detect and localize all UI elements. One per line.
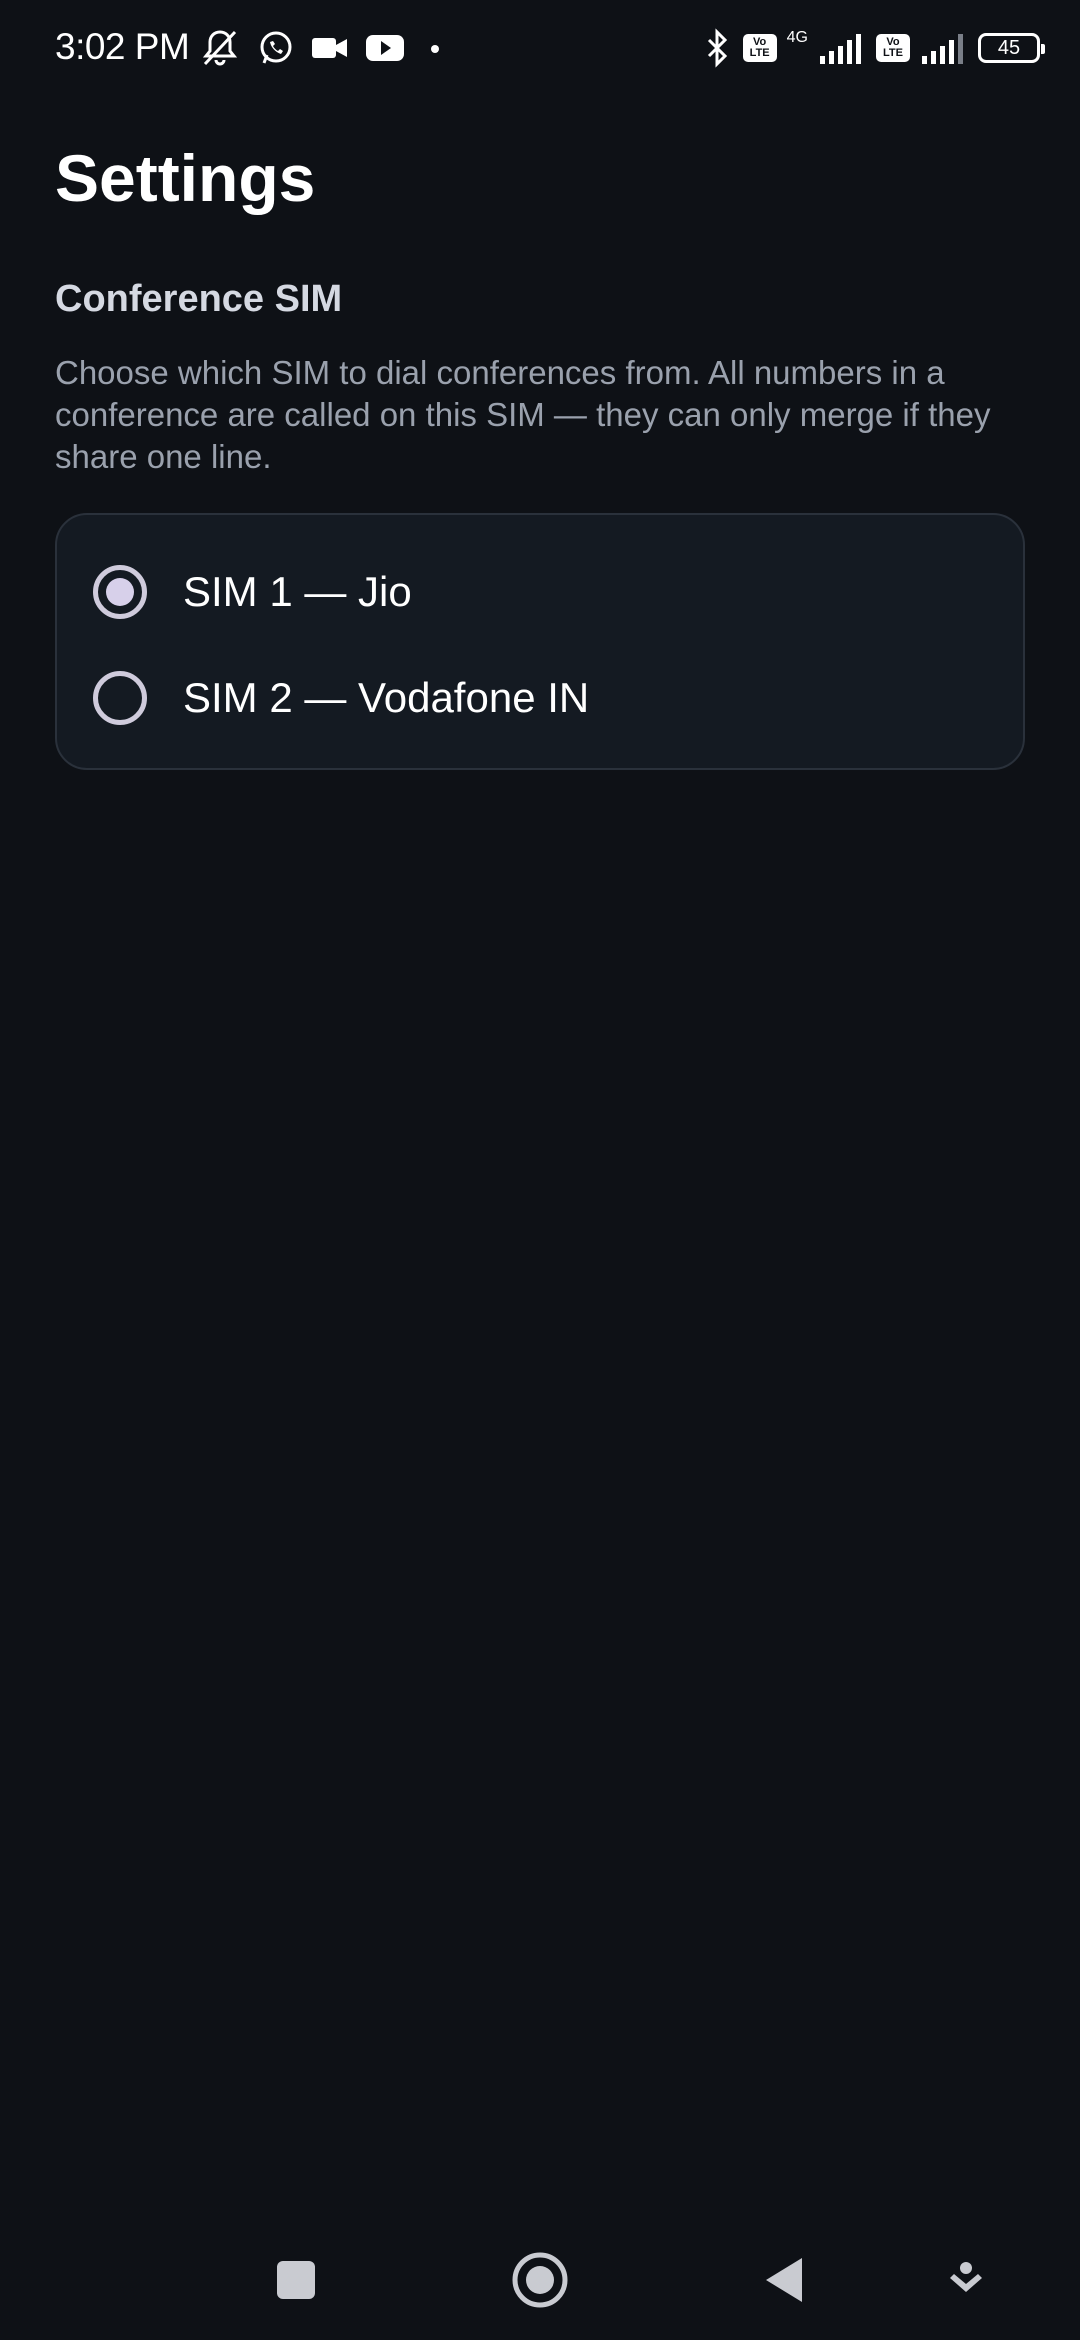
- system-icons: Vo LTE 4G Vo LTE 45: [703, 24, 1045, 72]
- radio-dot: [106, 578, 134, 606]
- settings-screen: 3:02 PM Vo LTE 4G Vo LTE 45 Settings Con…: [0, 0, 1080, 2340]
- battery-icon: 45: [978, 33, 1045, 63]
- notification-icons: [198, 24, 450, 72]
- sim-option-1[interactable]: SIM 1 — Jio: [57, 542, 1023, 642]
- dot-icon: [420, 28, 450, 68]
- back-triangle-icon[interactable]: [744, 2240, 824, 2320]
- radio-unselected-icon[interactable]: [93, 671, 147, 725]
- navigation-bar: [0, 2220, 1080, 2340]
- signal-icon: [920, 30, 968, 66]
- section-title: Conference SIM: [55, 278, 343, 320]
- sim-option-label: SIM 1 — Jio: [183, 568, 412, 615]
- status-time: 3:02 PM: [55, 26, 190, 67]
- bluetooth-icon: [703, 28, 733, 68]
- recents-square-icon[interactable]: [256, 2240, 336, 2320]
- assist-down-icon[interactable]: [926, 2240, 1006, 2320]
- volte-icon: Vo LTE: [876, 34, 910, 62]
- status-bar: 3:02 PM Vo LTE 4G Vo LTE 45: [0, 0, 1080, 96]
- volte-icon: Vo LTE: [742, 34, 777, 62]
- network-type-label: 4G: [786, 29, 808, 46]
- sim-option-2[interactable]: SIM 2 — Vodafone IN: [57, 648, 1023, 748]
- battery-level: 45: [997, 36, 1021, 59]
- video-camera-icon: [310, 28, 350, 68]
- section-description: Choose which SIM to dial conferences fro…: [55, 354, 991, 475]
- page-title: Settings: [55, 141, 316, 215]
- sim-options-card: SIM 1 — Jio SIM 2 — Vodafone IN: [55, 513, 1025, 770]
- radio-selected-icon[interactable]: [93, 565, 147, 619]
- youtube-icon: [364, 28, 406, 68]
- sim-option-label: SIM 2 — Vodafone IN: [183, 674, 590, 721]
- signal-icon: [818, 30, 866, 66]
- bell-off-icon: [198, 26, 242, 70]
- whatsapp-icon: [256, 28, 296, 68]
- home-circle-icon[interactable]: [500, 2240, 580, 2320]
